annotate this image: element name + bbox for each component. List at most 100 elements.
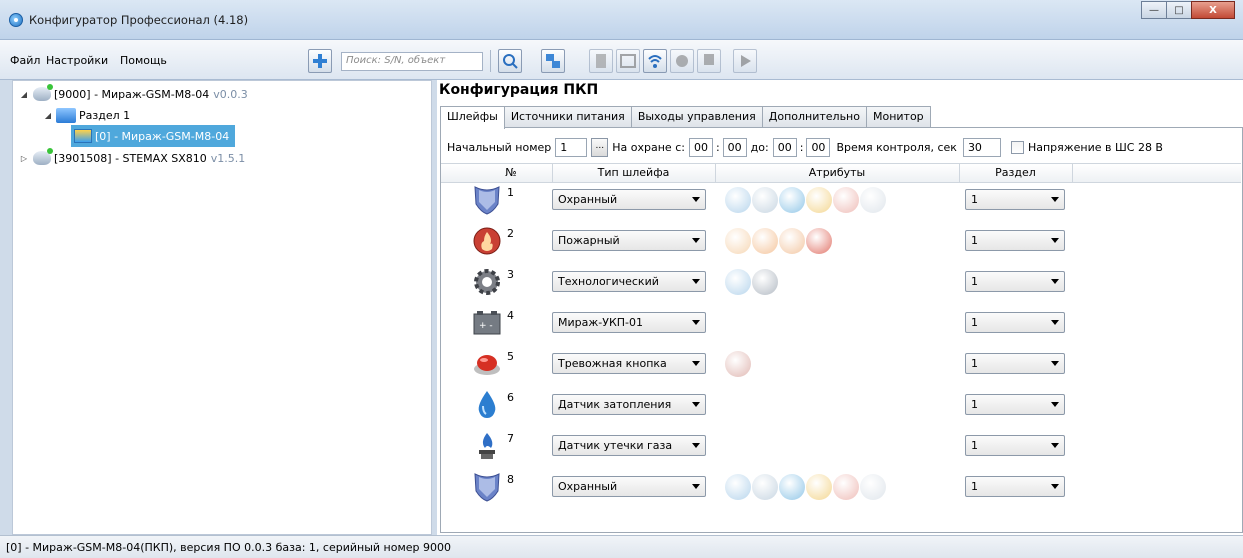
table-row: + - 4 Мираж-УКП-01 1 xyxy=(441,307,1241,341)
loop-type-select[interactable]: Охранный xyxy=(552,476,706,497)
menu-settings[interactable]: Настройки xyxy=(46,54,108,67)
dropdown-arrow-icon xyxy=(1051,484,1059,489)
section-select[interactable]: 1 xyxy=(965,230,1065,251)
armed-from-hours[interactable]: 00 xyxy=(688,137,713,157)
dropdown-arrow-icon xyxy=(692,197,700,202)
attribute-toggle-icon[interactable] xyxy=(752,187,778,213)
play-button[interactable] xyxy=(733,49,757,73)
search-input[interactable]: Поиск: S/N, объект xyxy=(341,52,483,71)
tab-loops[interactable]: Шлейфы xyxy=(440,106,505,129)
attribute-toggle-icon[interactable] xyxy=(833,187,859,213)
sim-button[interactable] xyxy=(589,49,613,73)
speaker-button[interactable] xyxy=(670,49,694,73)
dropdown-arrow-icon xyxy=(692,238,700,243)
dropdown-arrow-icon xyxy=(1051,197,1059,202)
speaker-icon xyxy=(676,55,688,67)
table-row: 7 Датчик утечки газа 1 xyxy=(441,430,1241,464)
expand-arrow-icon[interactable]: ▷ xyxy=(19,154,29,163)
loop-type-select[interactable]: Технологический xyxy=(552,271,706,292)
attribute-toggle-icon[interactable] xyxy=(725,187,751,213)
title-bar: Конфигуратор Профессионал (4.18) — □ X xyxy=(0,0,1243,40)
app-icon xyxy=(9,13,23,27)
wifi-button[interactable] xyxy=(643,49,667,73)
attribute-toggle-icon[interactable] xyxy=(860,187,886,213)
time-separator: : xyxy=(715,140,720,154)
tab-additional[interactable]: Дополнительно xyxy=(761,106,867,128)
attribute-toggle-icon[interactable] xyxy=(860,474,886,500)
loop-type-select[interactable]: Датчик утечки газа xyxy=(552,435,706,456)
tree-node-section-1[interactable]: ◢ Раздел 1 xyxy=(43,105,130,125)
section-select[interactable]: 1 xyxy=(965,312,1065,333)
section-select[interactable]: 1 xyxy=(965,271,1065,292)
voltage-28v-checkbox[interactable] xyxy=(1010,140,1024,154)
attribute-toggle-icon[interactable] xyxy=(752,269,778,295)
section-select[interactable]: 1 xyxy=(965,435,1065,456)
row-number: 8 xyxy=(507,473,514,486)
row-number: 1 xyxy=(507,186,514,199)
control-time-input[interactable]: 30 xyxy=(962,137,1001,157)
section-value: 1 xyxy=(971,398,978,411)
start-number-browse-button[interactable]: ... xyxy=(591,137,609,157)
loop-type-value: Охранный xyxy=(558,480,618,493)
section-value: 1 xyxy=(971,357,978,370)
shield-icon xyxy=(471,184,503,216)
options-row: Начальный номер 1 ... На охране с: 00 : … xyxy=(447,136,1163,158)
loop-type-select[interactable]: Датчик затопления xyxy=(552,394,706,415)
attribute-toggle-icon[interactable] xyxy=(725,351,751,377)
tab-monitor[interactable]: Монитор xyxy=(865,106,931,128)
attribute-toggle-icon[interactable] xyxy=(806,228,832,254)
balance-button[interactable] xyxy=(616,49,640,73)
menu-file[interactable]: Файл xyxy=(10,54,40,67)
tree-node-device-3901508[interactable]: ▷ [3901508] - STEMAX SX810 v1.5.1 xyxy=(19,148,245,168)
tree-node-selected-device[interactable]: [0] - Мираж-GSM-M8-04 xyxy=(71,125,236,147)
attribute-toggle-icon[interactable] xyxy=(779,474,805,500)
config-panel: Конфигурация ПКП Шлейфы Источники питани… xyxy=(437,80,1243,535)
section-value: 1 xyxy=(971,316,978,329)
close-button[interactable]: X xyxy=(1191,1,1235,19)
armed-to-hours[interactable]: 00 xyxy=(772,137,797,157)
attribute-toggle-icon[interactable] xyxy=(779,187,805,213)
col-number: № xyxy=(505,166,517,179)
attribute-toggle-icon[interactable] xyxy=(752,474,778,500)
transfer-button[interactable] xyxy=(541,49,565,73)
armed-to-minutes[interactable]: 00 xyxy=(806,137,831,157)
tree-node-device-9000[interactable]: ◢ [9000] - Мираж-GSM-M8-04 v0.0.3 xyxy=(19,84,248,104)
attribute-toggle-icon[interactable] xyxy=(725,269,751,295)
tab-power[interactable]: Источники питания xyxy=(503,106,632,128)
attribute-toggle-icon[interactable] xyxy=(725,474,751,500)
armed-from-minutes[interactable]: 00 xyxy=(722,137,747,157)
minimize-button[interactable]: — xyxy=(1141,1,1167,19)
tab-outputs[interactable]: Выходы управления xyxy=(630,106,763,128)
section-select[interactable]: 1 xyxy=(965,353,1065,374)
attribute-toggle-icon[interactable] xyxy=(779,228,805,254)
satellite-dish-icon xyxy=(33,148,53,165)
armed-from-label: На охране с: xyxy=(612,140,685,154)
menu-help[interactable]: Помощь xyxy=(120,54,167,67)
loop-type-select[interactable]: Мираж-УКП-01 xyxy=(552,312,706,333)
attribute-toggle-icon[interactable] xyxy=(833,474,859,500)
maximize-button[interactable]: □ xyxy=(1166,1,1192,19)
dropdown-arrow-icon xyxy=(1051,320,1059,325)
loop-type-select[interactable]: Тревожная кнопка xyxy=(552,353,706,374)
search-object-button[interactable] xyxy=(498,49,522,73)
section-value: 1 xyxy=(971,439,978,452)
start-number-input[interactable]: 1 xyxy=(555,137,588,157)
section-select[interactable]: 1 xyxy=(965,394,1065,415)
section-select[interactable]: 1 xyxy=(965,476,1065,497)
add-button[interactable] xyxy=(308,49,332,73)
dropdown-arrow-icon xyxy=(1051,443,1059,448)
section-select[interactable]: 1 xyxy=(965,189,1065,210)
loop-type-select[interactable]: Пожарный xyxy=(552,230,706,251)
collapse-arrow-icon[interactable]: ◢ xyxy=(19,90,29,99)
toolbar: Файл Настройки Помощь Поиск: S/N, объект xyxy=(0,40,1243,80)
attribute-toggle-icon[interactable] xyxy=(752,228,778,254)
attribute-toggle-icon[interactable] xyxy=(806,187,832,213)
collapse-arrow-icon[interactable]: ◢ xyxy=(43,111,53,120)
status-bar: [0] - Мираж-GSM-M8-04(ПКП), версия ПО 0.… xyxy=(0,535,1243,558)
attribute-toggle-icon[interactable] xyxy=(725,228,751,254)
table-row: 2 Пожарный 1 xyxy=(441,225,1241,259)
attribute-toggle-icon[interactable] xyxy=(806,474,832,500)
loop-type-select[interactable]: Охранный xyxy=(552,189,706,210)
table-row: 1 Охранный 1 xyxy=(441,184,1241,218)
device-button[interactable] xyxy=(697,49,721,73)
